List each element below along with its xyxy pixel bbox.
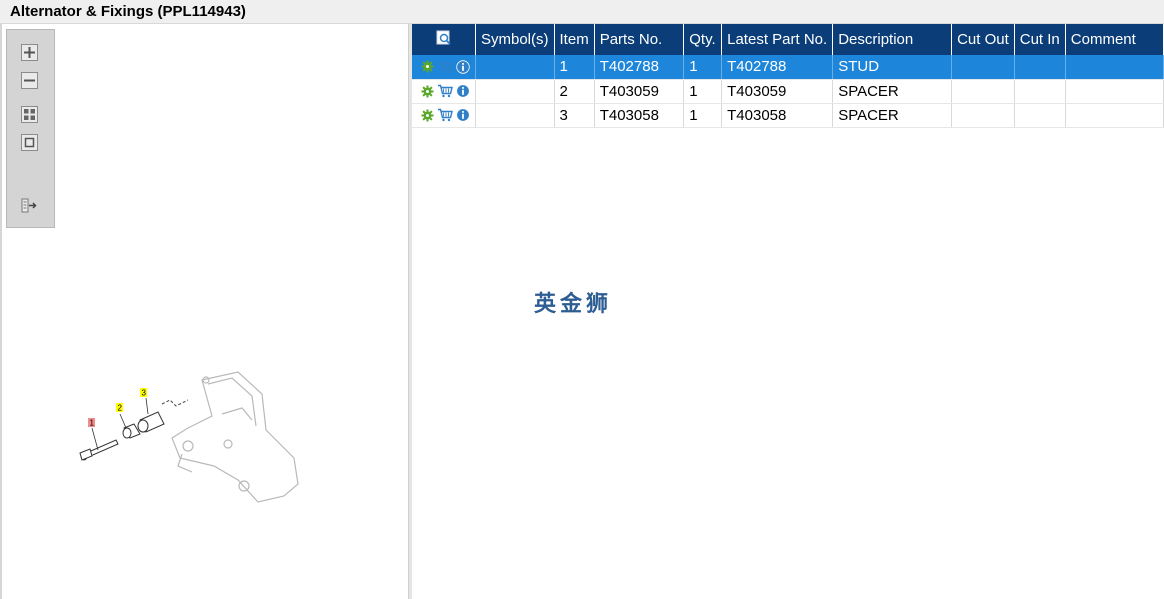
info-icon[interactable] [456,108,470,122]
table-header-row: Symbol(s) Item Parts No. Qty. Latest Par… [412,24,1164,55]
cell-cut-out [951,55,1015,80]
column-header-parts-no[interactable]: Parts No. [594,24,685,55]
column-header-description[interactable]: Description [832,24,953,55]
gear-icon[interactable] [421,84,434,98]
column-header-cut-out[interactable]: Cut Out [951,24,1015,55]
column-header-cut-in[interactable]: Cut In [1014,24,1066,55]
column-header-qty[interactable]: Qty. [683,24,723,55]
zoom-out-icon[interactable] [21,72,38,89]
cell-part-no: T403058 [594,103,685,128]
cell-latest-part-no: T403058 [721,103,834,128]
cell-item: 2 [554,79,595,104]
title-bar: Alternator & Fixings (PPL114943) [0,0,1164,24]
viewer-toolbar [6,29,55,228]
cell-qty: 1 [683,103,723,128]
cell-description: SPACER [832,79,953,104]
column-header-symbols[interactable]: Symbol(s) [475,24,555,55]
fit-all-icon[interactable] [21,106,38,123]
gear-icon[interactable] [421,108,434,122]
fit-window-icon[interactable] [21,134,38,151]
column-header-comment[interactable]: Comment [1065,24,1164,55]
table-row[interactable]: 2 T403059 1 T403059 SPACER [412,79,1164,104]
export-icon[interactable] [21,197,38,214]
row-actions [412,103,476,128]
cart-icon[interactable] [437,84,453,98]
column-header-tools[interactable] [412,24,476,55]
cell-comment [1065,79,1164,104]
cell-cut-out [951,103,1015,128]
find-icon[interactable] [436,30,452,46]
svg-text:3: 3 [142,389,147,398]
column-header-latest-part-no[interactable]: Latest Part No. [721,24,834,55]
cell-part-no: T403059 [594,79,685,104]
cell-description: SPACER [832,103,953,128]
row-actions [412,79,476,104]
table-row[interactable]: 1 T402788 1 T402788 STUD [412,55,1164,80]
column-header-item[interactable]: Item [554,24,595,55]
cell-item: 3 [554,103,595,128]
cell-comment [1065,55,1164,80]
cell-symbols [475,55,555,80]
cell-latest-part-no: T403059 [721,79,834,104]
callout-2[interactable]: 2 [116,403,123,413]
callout-3[interactable]: 3 [140,388,147,398]
cell-part-no: T402788 [594,55,685,80]
cell-description: STUD [832,55,953,80]
zoom-in-icon[interactable] [21,44,38,61]
cart-icon[interactable] [437,108,453,122]
table-row[interactable]: 3 T403058 1 T403058 SPACER [412,103,1164,128]
info-icon[interactable] [456,84,470,98]
parts-table: Symbol(s) Item Parts No. Qty. Latest Par… [412,24,1164,128]
cell-qty: 1 [683,55,723,80]
cell-cut-out [951,79,1015,104]
watermark: 英金狮 [534,292,613,317]
cell-qty: 1 [683,79,723,104]
svg-text:2: 2 [118,404,123,413]
row-actions [412,55,476,80]
cart-icon[interactable] [437,60,453,74]
app-window: Alternator & Fixings (PPL114943) 1 2 3 S… [0,0,1164,599]
callout-1[interactable]: 1 [88,418,95,428]
info-icon[interactable] [456,60,470,74]
cell-cut-in [1014,79,1066,104]
cell-item: 1 [554,55,595,80]
cell-cut-in [1014,55,1066,80]
cell-symbols [475,103,555,128]
cell-symbols [475,79,555,104]
cell-cut-in [1014,103,1066,128]
svg-text:1: 1 [90,419,95,428]
cell-latest-part-no: T402788 [721,55,834,80]
gear-icon[interactable] [421,60,434,73]
window-title: Alternator & Fixings (PPL114943) [10,3,246,20]
cell-comment [1065,103,1164,128]
exploded-parts-diagram[interactable]: 1 2 3 [62,354,322,534]
parts-list-pane: Symbol(s) Item Parts No. Qty. Latest Par… [412,24,1164,599]
diagram-pane[interactable]: 1 2 3 [0,24,410,599]
